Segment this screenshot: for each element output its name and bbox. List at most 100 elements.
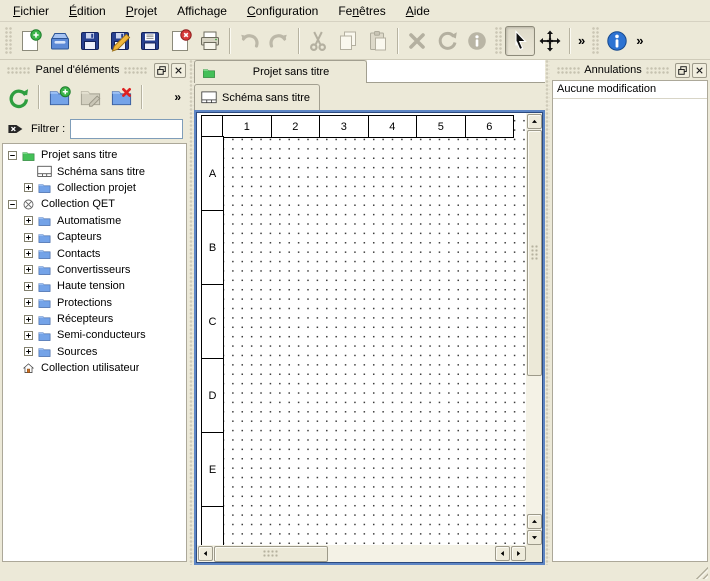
tree-item-sources[interactable]: Sources [3, 344, 186, 360]
undo-list-item[interactable]: Aucune modification [553, 81, 707, 99]
expander-minus-icon[interactable] [8, 200, 17, 209]
copy-button[interactable] [333, 26, 363, 56]
scroll-left-button-right[interactable] [495, 546, 510, 561]
diagram-frame-corner [201, 115, 224, 138]
filter-input[interactable] [70, 119, 183, 139]
menu-configuration[interactable]: Configuration [238, 2, 327, 20]
edit-category-button[interactable] [76, 83, 104, 111]
close-panel-button[interactable] [171, 63, 186, 78]
delete-category-button[interactable] [107, 83, 135, 111]
delete-button[interactable] [402, 26, 432, 56]
toolbar-overflow-2-button[interactable]: » [632, 33, 647, 48]
tab-bar-empty-area [367, 60, 545, 83]
scroll-left-button[interactable] [198, 546, 213, 561]
expander-plus-icon[interactable] [24, 315, 33, 324]
save-all-button[interactable] [135, 26, 165, 56]
save-file-button[interactable] [75, 26, 105, 56]
horizontal-scroll-track[interactable] [213, 545, 494, 562]
tree-item-label: Sources [57, 346, 97, 358]
diagram-column-headers: 123456 [223, 115, 514, 138]
pan-mode-button[interactable] [535, 26, 565, 56]
diagram-canvas[interactable]: 123456 ABCDE [197, 113, 526, 545]
tree-item-semi-conducteurs[interactable]: Semi-conducteurs [3, 327, 186, 343]
horizontal-scroll-thumb[interactable] [214, 546, 328, 562]
toolbar-grip-handle[interactable] [495, 27, 502, 55]
vertical-scroll-track[interactable] [526, 129, 542, 513]
float-undo-panel-button[interactable] [675, 63, 690, 78]
toolbar-grip-handle[interactable] [592, 27, 599, 55]
tree-item-label: Récepteurs [57, 313, 113, 325]
tree-item-label: Convertisseurs [57, 264, 130, 276]
expander-minus-icon[interactable] [8, 151, 17, 160]
toolbar-separator [141, 85, 142, 109]
tree-item-contacts[interactable]: Contacts [3, 245, 186, 261]
elements-panel-titlebar[interactable]: Panel d'éléments [0, 60, 189, 79]
close-file-button[interactable] [165, 26, 195, 56]
new-file-button[interactable] [15, 26, 45, 56]
redo-button[interactable] [264, 26, 294, 56]
expander-plus-icon[interactable] [24, 249, 33, 258]
tree-item-projet-sans-titre[interactable]: Projet sans titre [3, 147, 186, 163]
row-header-B: B [201, 210, 224, 285]
main-area: Panel d'éléments » Filtrer : Projet sans… [0, 60, 710, 565]
paste-button[interactable] [363, 26, 393, 56]
tree-item-haute-tension[interactable]: Haute tension [3, 278, 186, 294]
tab-schema-sans-titre[interactable]: Schéma sans titre [194, 84, 320, 110]
expander-plus-icon[interactable] [24, 265, 33, 274]
vertical-scrollbar[interactable] [526, 113, 542, 545]
undo-button[interactable] [234, 26, 264, 56]
select-mode-button[interactable] [505, 26, 535, 56]
workspace: Projet sans titre Schéma sans titre 1234… [194, 60, 545, 565]
scroll-up-button[interactable] [527, 114, 542, 129]
expander-plus-icon[interactable] [24, 233, 33, 242]
save-file-as-button[interactable] [105, 26, 135, 56]
toolbar-grip-handle[interactable] [5, 27, 12, 55]
print-button[interactable] [195, 26, 225, 56]
tree-item-collection-qet[interactable]: Collection QET [3, 196, 186, 212]
about-qet-button[interactable] [602, 26, 632, 56]
menu-edition[interactable]: Édition [60, 2, 115, 20]
undo-panel-titlebar[interactable]: Annulations [550, 60, 710, 79]
expander-plus-icon[interactable] [24, 331, 33, 340]
vertical-scroll-thumb[interactable] [527, 130, 542, 376]
cut-button[interactable] [303, 26, 333, 56]
expander-plus-icon[interactable] [24, 183, 33, 192]
tree-item-collection-utilisateur[interactable]: Collection utilisateur [3, 360, 186, 376]
clear-filter-button[interactable] [6, 120, 26, 137]
tree-item-recepteurs[interactable]: Récepteurs [3, 311, 186, 327]
expander-plus-icon[interactable] [24, 216, 33, 225]
scroll-right-button[interactable] [511, 546, 526, 561]
tree-item-convertisseurs[interactable]: Convertisseurs [3, 262, 186, 278]
properties-button[interactable] [462, 26, 492, 56]
resize-grip[interactable] [695, 566, 708, 579]
expander-plus-icon[interactable] [24, 282, 33, 291]
reload-collections-button[interactable] [4, 83, 32, 111]
qelectrotech-window: FichierÉditionProjetAffichageConfigurati… [0, 0, 710, 581]
tab-projet-sans-titre[interactable]: Projet sans titre [194, 60, 367, 83]
scroll-down-button[interactable] [527, 530, 542, 545]
new-category-button[interactable] [45, 83, 73, 111]
undo-history-list: Aucune modification [552, 80, 708, 562]
tree-item-protections[interactable]: Protections [3, 295, 186, 311]
tree-item-schema-sans-titre[interactable]: Schéma sans titre [3, 163, 186, 179]
panel-toolbar-overflow-button[interactable]: » [170, 90, 185, 104]
float-panel-button[interactable] [154, 63, 169, 78]
rotate-button[interactable] [432, 26, 462, 56]
open-file-button[interactable] [45, 26, 75, 56]
menu-projet[interactable]: Projet [117, 2, 166, 20]
tree-item-collection-projet[interactable]: Collection projet [3, 180, 186, 196]
scroll-up-button-bottom[interactable] [527, 514, 542, 529]
horizontal-scrollbar[interactable] [197, 545, 526, 562]
expander-plus-icon[interactable] [24, 347, 33, 356]
tree-item-automatisme[interactable]: Automatisme [3, 213, 186, 229]
menu-fenetres[interactable]: Fenêtres [329, 2, 394, 20]
menu-aide[interactable]: Aide [397, 2, 439, 20]
menu-fichier[interactable]: Fichier [4, 2, 58, 20]
menu-affichage[interactable]: Affichage [168, 2, 236, 20]
close-undo-panel-button[interactable] [692, 63, 707, 78]
tree-item-capteurs[interactable]: Capteurs [3, 229, 186, 245]
tree-item-label: Automatisme [57, 215, 121, 227]
diagram-view: 123456 ABCDE [194, 110, 545, 565]
toolbar-overflow-1-button[interactable]: » [574, 33, 589, 48]
expander-plus-icon[interactable] [24, 298, 33, 307]
